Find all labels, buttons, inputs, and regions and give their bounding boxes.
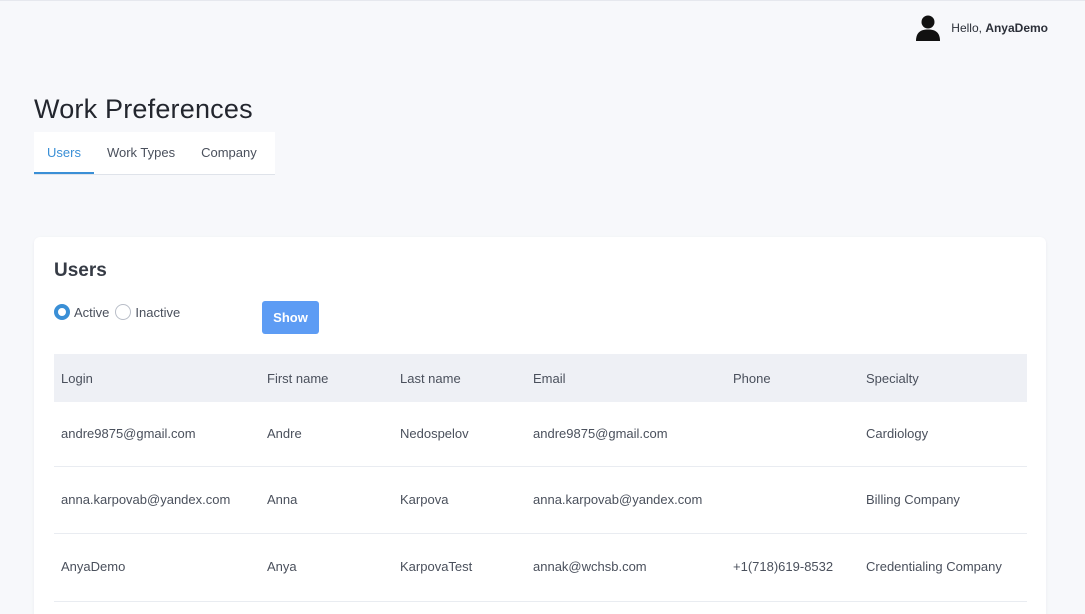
cell-phone: +1(718)619-8532	[726, 533, 859, 602]
page-title: Work Preferences	[34, 94, 253, 124]
cell-login: anna.karpovab@yandex.com	[54, 466, 260, 534]
tab-users[interactable]: Users	[34, 132, 94, 174]
column-header-first-name[interactable]: First name	[260, 354, 393, 402]
cell-email: andre9875@gmail.com	[526, 402, 726, 467]
radio-active-label: Active	[74, 304, 110, 320]
cell-last-name: Nedospelov	[393, 402, 526, 467]
users-table: Login First name Last name Email Phone S…	[54, 354, 1027, 602]
card-title: Users	[54, 260, 107, 281]
user-silhouette-icon	[914, 14, 942, 42]
status-filter: Active Inactive	[54, 304, 186, 320]
cell-login: AnyaDemo	[54, 533, 260, 602]
column-header-login[interactable]: Login	[54, 354, 260, 402]
user-greeting: Hello, AnyaDemo	[951, 21, 1048, 35]
radio-active[interactable]: Active	[54, 304, 109, 320]
table-row[interactable]: andre9875@gmail.com Andre Nedospelov and…	[54, 402, 1027, 467]
show-button[interactable]: Show	[262, 301, 319, 334]
cell-email: anna.karpovab@yandex.com	[526, 466, 726, 534]
tab-company[interactable]: Company	[188, 132, 270, 174]
cell-email: annak@wchsb.com	[526, 533, 726, 602]
cell-last-name: KarpovaTest	[393, 533, 526, 602]
cell-first-name: Anna	[260, 466, 393, 534]
radio-inactive-label: Inactive	[135, 304, 181, 320]
cell-last-name: Karpova	[393, 466, 526, 534]
cell-login: andre9875@gmail.com	[54, 402, 260, 467]
cell-first-name: Andre	[260, 402, 393, 467]
table-row[interactable]: AnyaDemo Anya KarpovaTest annak@wchsb.co…	[54, 533, 1027, 602]
table-row[interactable]: anna.karpovab@yandex.com Anna Karpova an…	[54, 466, 1027, 534]
radio-active-indicator[interactable]	[54, 304, 70, 320]
user-menu[interactable]: Hello, AnyaDemo	[914, 14, 1048, 42]
cell-specialty: Cardiology	[859, 402, 1027, 467]
users-card: Users Active Inactive Show Login First n…	[34, 237, 1046, 614]
table-header-row: Login First name Last name Email Phone S…	[54, 354, 1027, 402]
top-border	[0, 0, 1085, 1]
tab-work-types[interactable]: Work Types	[94, 132, 188, 174]
username: AnyaDemo	[985, 21, 1048, 35]
greeting-prefix: Hello,	[951, 21, 982, 35]
radio-inactive-indicator[interactable]	[115, 304, 132, 320]
column-header-email[interactable]: Email	[526, 354, 726, 402]
cell-phone	[726, 402, 859, 467]
column-header-specialty[interactable]: Specialty	[859, 354, 1027, 402]
radio-inactive[interactable]: Inactive	[115, 304, 180, 320]
cell-first-name: Anya	[260, 533, 393, 602]
column-header-phone[interactable]: Phone	[726, 354, 859, 402]
cell-phone	[726, 466, 859, 534]
cell-specialty: Credentialing Company	[859, 533, 1027, 602]
tab-bar: Users Work Types Company	[34, 132, 275, 175]
cell-specialty: Billing Company	[859, 466, 1027, 534]
column-header-last-name[interactable]: Last name	[393, 354, 526, 402]
